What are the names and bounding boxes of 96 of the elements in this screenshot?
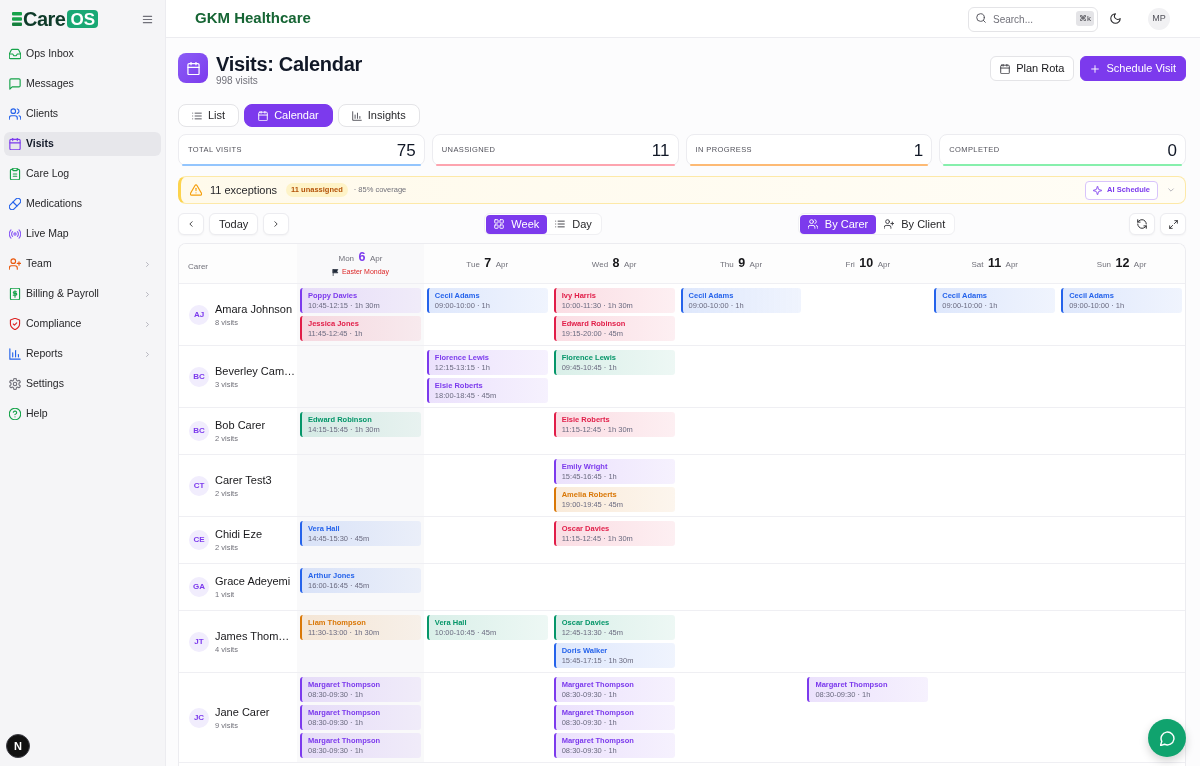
column-header: Carer	[188, 262, 208, 271]
logo-badge: OS	[67, 10, 99, 28]
bar-chart-icon	[9, 348, 21, 360]
user-plus-icon	[9, 258, 21, 270]
avatar: BC	[189, 366, 209, 387]
chat-icon	[1159, 730, 1175, 746]
plus-icon	[1090, 63, 1101, 74]
list-icon	[555, 219, 566, 229]
calendar-icon	[9, 138, 21, 150]
stat-value: 75	[396, 141, 416, 159]
day-label: Wed 8 Apr	[591, 255, 637, 272]
avatar: CE	[189, 530, 209, 550]
carer-name[interactable]: Grace Adeyemi	[215, 575, 291, 588]
menu-icon[interactable]	[142, 13, 153, 25]
nav-item[interactable]: Visits	[4, 132, 161, 156]
shield-check-icon	[9, 318, 21, 330]
carer-name[interactable]: Beverley Cam…	[215, 364, 293, 378]
avatar: BC	[189, 421, 209, 441]
nav-item[interactable]: Settings	[4, 372, 161, 396]
segment-tab[interactable]: By Client	[876, 214, 954, 234]
fullscreen-button[interactable]	[1160, 213, 1186, 235]
segment-tab[interactable]: By Carer	[799, 214, 877, 234]
segment-tab[interactable]: Day	[547, 214, 600, 234]
day-label: Tue 7 Apr	[466, 255, 509, 272]
carer-name[interactable]: Amara Johnson	[215, 302, 293, 316]
carer-name[interactable]: Bob Carer	[215, 419, 266, 432]
dollar-receipt-icon	[9, 288, 21, 300]
page-title: Visits: Calendar	[216, 53, 362, 75]
settings-icon	[9, 378, 21, 390]
view-tab[interactable]: Calendar	[244, 104, 333, 127]
expand-icon	[1168, 219, 1178, 229]
day-label: Mon 6 Apr	[338, 249, 383, 267]
search-icon	[976, 13, 986, 23]
view-tab[interactable]: List	[178, 104, 240, 127]
user-plus-icon	[884, 219, 895, 229]
day-label: Sun 12 Apr	[1096, 255, 1147, 272]
sparkle-icon	[1093, 185, 1103, 195]
avatar: AJ	[189, 304, 209, 325]
users-icon	[807, 219, 818, 229]
day-label: Thu 9 Apr	[719, 255, 763, 272]
avatar: JT	[189, 631, 209, 652]
carer-name[interactable]: Chidi Eze	[215, 528, 263, 541]
primary-button[interactable]: Schedule Visit	[1080, 56, 1186, 81]
pill-icon	[9, 198, 21, 210]
logo-text: Care	[23, 9, 66, 29]
view-tab[interactable]: Insights	[337, 104, 420, 127]
nav-item[interactable]: Care Log	[4, 162, 161, 186]
day-label: Sat 11 Apr	[971, 255, 1018, 272]
today-button[interactable]: Today	[209, 213, 259, 235]
carer-name[interactable]: Jane Carer	[215, 705, 270, 719]
nav-item[interactable]: Billing & Payroll	[4, 282, 161, 306]
segment-tab[interactable]: Week	[486, 214, 548, 234]
nav-item[interactable]: Messages	[4, 72, 161, 96]
chevron-left-icon	[187, 220, 195, 228]
stat-value: 1	[913, 141, 924, 159]
avatar: CT	[189, 475, 209, 496]
logo-icon	[12, 12, 22, 26]
refresh-button[interactable]	[1129, 213, 1155, 235]
stat-value: 11	[651, 141, 670, 159]
warning-icon	[190, 184, 202, 196]
inbox-icon	[9, 48, 21, 60]
nav-item[interactable]: Live Map	[4, 222, 161, 246]
calendar-icon	[178, 53, 208, 83]
carer-name[interactable]: James Thom…	[215, 629, 290, 643]
moon-icon[interactable]	[1110, 13, 1121, 24]
message-icon	[9, 78, 21, 90]
nav-item[interactable]: Reports	[4, 342, 161, 366]
stat-value: 0	[1167, 141, 1177, 159]
nav-item[interactable]: Team	[4, 252, 161, 276]
help-icon	[9, 408, 21, 420]
nav-item[interactable]: Medications	[4, 192, 161, 216]
secondary-button[interactable]: Plan Rota	[990, 56, 1075, 81]
avatar: JC	[189, 707, 209, 728]
flag-icon	[331, 269, 339, 276]
calendar-icon	[1000, 63, 1011, 74]
shortcut-key: ⌘k	[1076, 11, 1094, 26]
nav-item[interactable]: Compliance	[4, 312, 161, 336]
broadcast-icon	[9, 228, 21, 240]
users-icon	[9, 108, 21, 120]
avatar: GA	[189, 577, 209, 597]
page-subtitle: 998 visits	[216, 75, 259, 87]
day-label: Fri 10 Apr	[845, 255, 891, 272]
chevron-right-icon	[272, 220, 281, 228]
grid-icon	[494, 219, 505, 229]
refresh-icon	[1137, 219, 1147, 229]
bar-chart-icon	[351, 110, 362, 121]
list-icon	[192, 110, 202, 121]
calendar-icon	[258, 110, 269, 121]
nav-item[interactable]: Ops Inbox	[4, 42, 161, 66]
user-avatar[interactable]: MP	[1148, 7, 1170, 30]
nav-item[interactable]: Clients	[4, 102, 161, 126]
organization-name: GKM Healthcare	[195, 8, 311, 29]
carer-name[interactable]: Carer Test3	[215, 473, 272, 487]
exceptions-title: 11 exceptions	[210, 182, 278, 198]
clipboard-icon	[9, 168, 21, 180]
nav-item[interactable]: Help	[4, 402, 161, 426]
